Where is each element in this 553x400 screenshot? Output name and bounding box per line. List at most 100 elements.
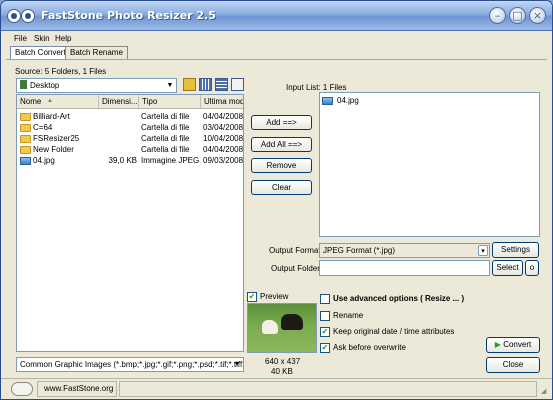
convert-button[interactable]: ▶ Convert: [486, 337, 540, 353]
file-type: Cartella di file: [141, 145, 190, 154]
jpg-file-icon: [20, 157, 31, 165]
chevron-down-icon: ▼: [166, 82, 174, 89]
file-size: 39,0 KB: [108, 156, 137, 165]
folder-icon: [20, 124, 31, 132]
menu-skin[interactable]: Skin: [34, 34, 50, 43]
details-view-icon[interactable]: [231, 78, 244, 91]
menu-file[interactable]: File: [14, 34, 27, 43]
tab-batch-convert[interactable]: Batch Convert: [10, 46, 71, 60]
play-arrow-icon: ▶: [494, 340, 501, 349]
file-browser-list[interactable]: Nome ▲ Dimensi... Tipo Ultima modifi Bil…: [16, 94, 244, 352]
input-list-label: Input List: 1 Files: [286, 83, 347, 92]
tab-batch-rename[interactable]: Batch Rename: [65, 46, 128, 59]
close-button[interactable]: Close: [486, 357, 540, 373]
file-name: New Folder: [33, 145, 74, 154]
preview-checkbox[interactable]: ✔: [247, 292, 257, 302]
jpg-file-icon: [322, 97, 333, 105]
table-row[interactable]: C=64 Cartella di file 03/04/2008: [17, 123, 244, 134]
app-icon[interactable]: [7, 9, 21, 23]
file-modified: 04/04/2008: [203, 145, 244, 154]
file-name: 04.jpg: [33, 156, 55, 165]
white-dog-shape: [262, 320, 278, 334]
rename-checkbox[interactable]: [320, 311, 330, 321]
file-name: Billiard-Art: [33, 112, 70, 121]
file-name: C=64: [33, 123, 53, 132]
faststone-logo-icon: [11, 382, 33, 396]
column-header-name[interactable]: Nome: [17, 95, 99, 109]
table-row[interactable]: 04.jpg 39,0 KB Immagine JPEG 09/03/2008: [17, 156, 244, 167]
thumbnail-view-icon[interactable]: [199, 78, 212, 91]
keep-date-label: Keep original date / time attributes: [333, 327, 455, 336]
sort-ascending-icon: ▲: [47, 98, 53, 104]
input-file-name: 04.jpg: [337, 96, 359, 105]
output-format-label: Output Format:: [269, 246, 323, 255]
chevron-down-icon: ▾: [478, 245, 488, 256]
website-link[interactable]: www.FastStone.org: [37, 381, 117, 397]
desktop-icon: [20, 80, 27, 89]
source-label: Source: 5 Folders, 1 Files: [15, 67, 107, 76]
column-header-size[interactable]: Dimensi...: [99, 95, 139, 109]
keep-date-checkbox[interactable]: ✔: [320, 327, 330, 337]
select-folder-button[interactable]: Select: [492, 260, 523, 276]
resize-grip-icon[interactable]: ◢: [541, 387, 546, 395]
output-folder-label: Output Folder:: [271, 264, 323, 273]
settings-button[interactable]: Settings: [492, 242, 539, 258]
file-modified: 03/04/2008: [203, 123, 244, 132]
preview-label: Preview: [260, 292, 289, 301]
close-window-button[interactable]: ×: [529, 7, 546, 24]
status-bar: www.FastStone.org ◢: [1, 378, 552, 399]
menu-help[interactable]: Help: [55, 34, 71, 43]
advanced-options-label: Use advanced options ( Resize ... ): [333, 294, 465, 303]
open-folder-button[interactable]: o: [525, 260, 539, 276]
preview-image: [247, 303, 317, 353]
list-item[interactable]: 04.jpg: [322, 96, 382, 106]
rename-label: Rename: [333, 311, 364, 320]
black-dog-shape: [281, 314, 303, 330]
title-bar[interactable]: FastStone Photo Resizer 2.5 – □ ×: [1, 1, 552, 31]
convert-button-label: Convert: [503, 340, 532, 349]
ask-overwrite-label: Ask before overwrite: [333, 343, 406, 352]
file-modified: 04/04/2008: [203, 112, 244, 121]
column-header-type[interactable]: Tipo: [139, 95, 201, 109]
file-type: Cartella di file: [141, 123, 190, 132]
chevron-down-icon: ▼: [233, 361, 241, 368]
remove-button[interactable]: Remove: [251, 158, 312, 173]
folder-up-icon[interactable]: [183, 78, 196, 91]
file-type: Immagine JPEG: [141, 156, 199, 165]
file-type: Cartella di file: [141, 134, 190, 143]
folder-icon: [20, 146, 31, 154]
folder-icon: [20, 113, 31, 121]
table-row[interactable]: FSResizer25 Cartella di file 10/04/2008: [17, 134, 244, 145]
minimize-button[interactable]: –: [489, 7, 506, 24]
app-icon-secondary[interactable]: [21, 9, 35, 23]
output-format-value: JPEG Format (*.jpg): [323, 246, 396, 255]
file-type-filter-select[interactable]: Common Graphic Images (*.bmp;*.jpg;*.gif…: [16, 357, 244, 372]
file-type: Cartella di file: [141, 112, 190, 121]
input-list[interactable]: 04.jpg: [319, 92, 540, 237]
status-message-panel: [119, 381, 537, 397]
file-type-filter-value: Common Graphic Images (*.bmp;*.jpg;*.gif…: [20, 360, 244, 369]
clear-button[interactable]: Clear: [251, 180, 312, 195]
source-location-select[interactable]: Desktop ▼: [16, 78, 177, 93]
add-button[interactable]: Add ==>: [251, 115, 312, 130]
file-name: FSResizer25: [33, 134, 80, 143]
advanced-options-checkbox[interactable]: [320, 294, 330, 304]
preview-dimensions: 640 x 437: [265, 357, 301, 366]
list-view-icon[interactable]: [215, 78, 228, 91]
table-row[interactable]: Billiard-Art Cartella di file 04/04/2008: [17, 112, 244, 123]
folder-icon: [20, 135, 31, 143]
add-all-button[interactable]: Add All ==>: [251, 137, 312, 152]
output-folder-input[interactable]: [319, 260, 490, 276]
window-title: FastStone Photo Resizer 2.5: [41, 9, 216, 22]
source-location-value: Desktop: [30, 81, 60, 90]
preview-file-size: 40 KB: [271, 367, 293, 376]
menu-bar: File Skin Help: [1, 32, 552, 46]
column-header-modified[interactable]: Ultima modifi: [201, 95, 243, 109]
file-modified: 10/04/2008: [203, 134, 244, 143]
main-window: FastStone Photo Resizer 2.5 – □ × File S…: [0, 0, 553, 400]
file-modified: 09/03/2008: [203, 156, 244, 165]
ask-overwrite-checkbox[interactable]: ✔: [320, 343, 330, 353]
maximize-button[interactable]: □: [509, 7, 526, 24]
table-row[interactable]: New Folder Cartella di file 04/04/2008: [17, 145, 244, 156]
output-format-select[interactable]: JPEG Format (*.jpg) ▾: [319, 243, 490, 258]
